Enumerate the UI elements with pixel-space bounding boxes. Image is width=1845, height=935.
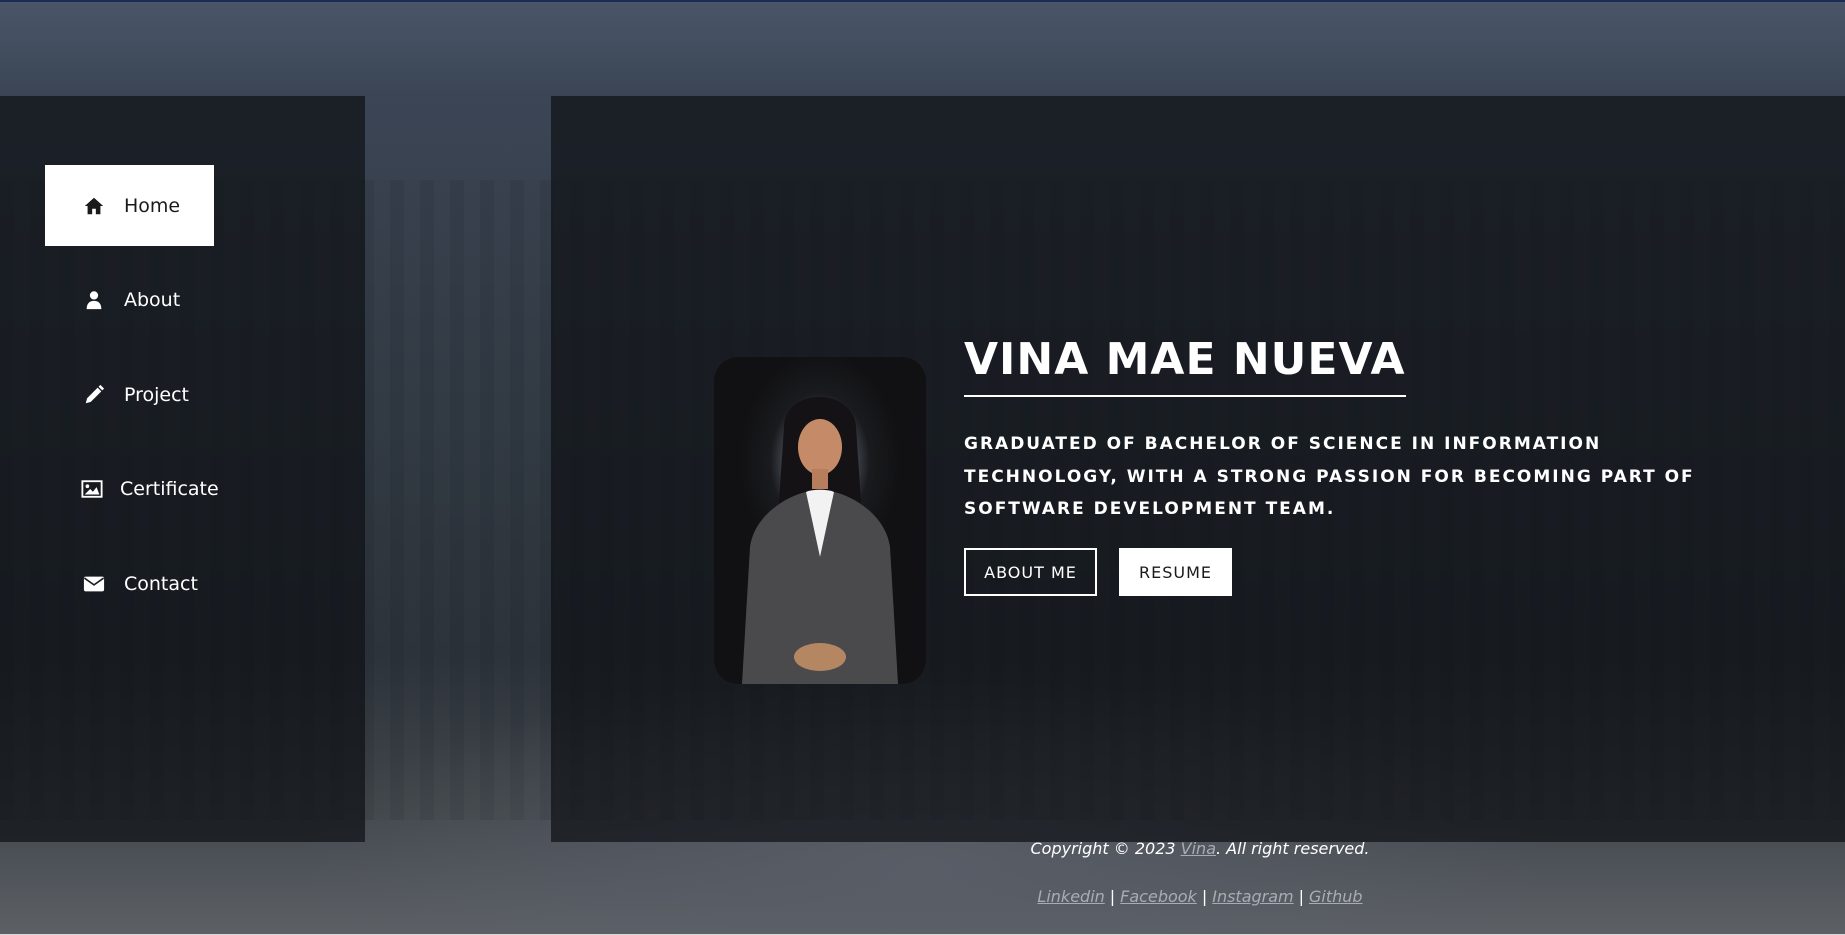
profile-photo <box>714 357 926 684</box>
hero-name: VINA MAE NUEVA <box>964 334 1406 397</box>
nav-item-contact[interactable]: Contact <box>45 543 214 624</box>
nav-label-certificate: Certificate <box>120 477 219 500</box>
about-me-button[interactable]: ABOUT ME <box>964 548 1097 596</box>
separator: | <box>1109 887 1116 906</box>
copyright-suffix: . All right reserved. <box>1216 839 1370 858</box>
hero-tagline: GRADUATED OF BACHELOR OF SCIENCE IN INFO… <box>964 434 1695 519</box>
nav-item-project[interactable]: Project <box>45 354 214 435</box>
facebook-link[interactable]: Facebook <box>1120 887 1197 906</box>
home-icon <box>81 195 107 217</box>
linkedin-link[interactable]: Linkedin <box>1037 887 1104 906</box>
social-links: Linkedin | Facebook | Instagram | Github <box>0 887 1845 906</box>
copyright: Copyright © 2023 Vina. All right reserve… <box>0 839 1845 858</box>
nav-label-contact: Contact <box>124 572 198 595</box>
nav-item-certificate[interactable]: Certificate <box>45 448 219 529</box>
sidebar: Home About Project Certificate Contact <box>0 96 365 842</box>
separator: | <box>1298 887 1305 906</box>
copyright-link[interactable]: Vina <box>1181 839 1216 858</box>
resume-button[interactable]: RESUME <box>1119 548 1232 596</box>
nav-label-home: Home <box>124 194 181 217</box>
image-icon <box>81 478 103 500</box>
user-icon <box>81 289 107 311</box>
nav-item-about[interactable]: About <box>45 259 214 340</box>
separator: | <box>1201 887 1208 906</box>
nav-label-project: Project <box>124 383 190 406</box>
github-link[interactable]: Github <box>1309 887 1363 906</box>
nav-item-home[interactable]: Home <box>45 165 214 246</box>
pencil-icon <box>81 384 107 406</box>
copyright-prefix: Copyright © 2023 <box>1030 839 1176 858</box>
nav-label-about: About <box>124 288 181 311</box>
envelope-icon <box>81 573 107 595</box>
top-border <box>0 0 1845 2</box>
instagram-link[interactable]: Instagram <box>1212 887 1293 906</box>
